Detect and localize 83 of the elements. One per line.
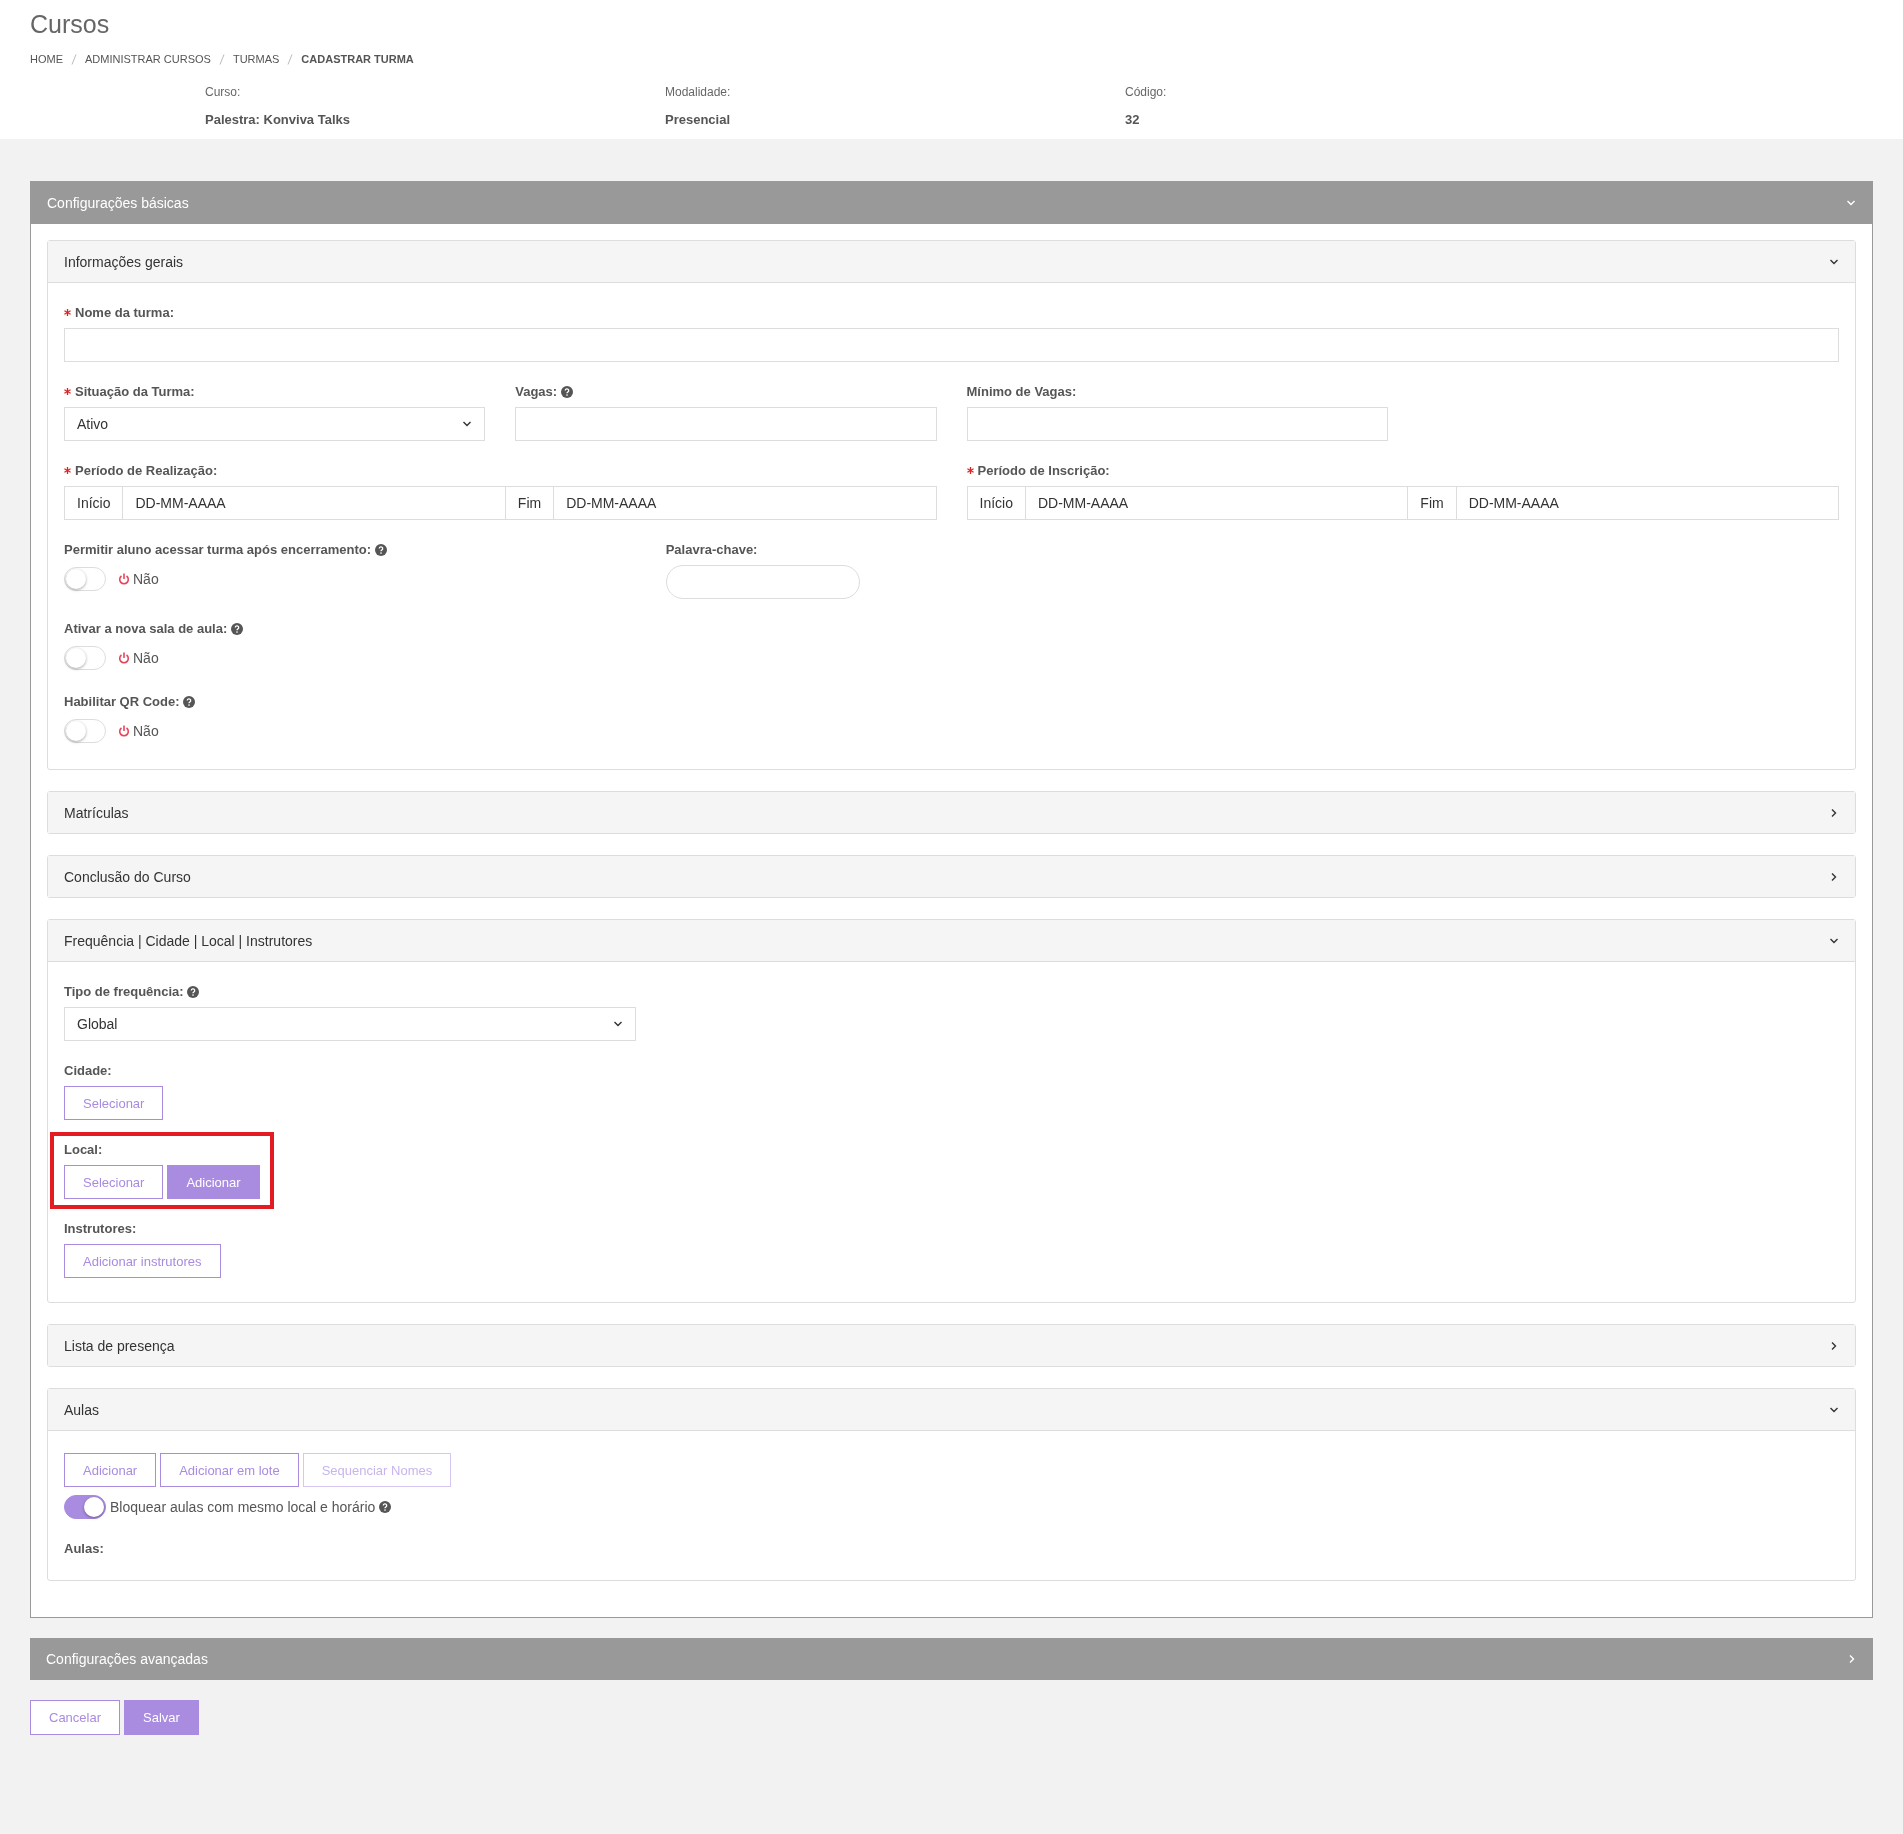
section-title: Configurações básicas [47, 195, 189, 211]
panel-header[interactable]: Lista de presença [48, 1325, 1855, 1366]
field-label: Situação da Turma: [75, 384, 195, 399]
section-title: Configurações avançadas [46, 1651, 208, 1667]
toggle-state: Não [133, 723, 159, 739]
field-label: Período de Realização: [75, 463, 218, 478]
required-asterisk-icon [966, 467, 974, 474]
page-title: Cursos [30, 10, 111, 39]
help-icon [230, 623, 243, 635]
panel-title: Aulas [64, 1401, 100, 1418]
help-icon [374, 544, 387, 556]
help-icon [379, 1501, 392, 1513]
start-date-input[interactable]: DD-MM-AAAA [1025, 486, 1409, 520]
start-date-input[interactable]: DD-MM-AAAA [123, 486, 506, 520]
required-asterisk-icon [64, 467, 71, 474]
breadcrumb-link[interactable]: TURMAS [232, 53, 280, 65]
breadcrumb-separator [71, 53, 77, 65]
toggle-state: Não [133, 571, 159, 587]
required-asterisk-icon [64, 309, 71, 316]
breadcrumb-link[interactable]: ADMINISTRAR CURSOS [85, 53, 211, 65]
field-label: Permitir aluno acessar turma após encerramento: [64, 542, 387, 557]
toggle-switch[interactable] [64, 1495, 106, 1519]
chevron-right-icon [1829, 1340, 1839, 1351]
power-icon [118, 573, 130, 585]
field-label: Aulas: [64, 1541, 105, 1556]
end-date-input[interactable]: DD-MM-AAAA [554, 486, 937, 520]
panel-title: Conclusão do Curso [64, 868, 191, 885]
panel-header[interactable]: Conclusão do Curso [48, 856, 1855, 897]
end-label: Fim [505, 486, 555, 520]
panel-header[interactable]: Aulas [48, 1389, 1855, 1431]
chevron-down-icon [462, 419, 473, 429]
text-input[interactable] [966, 407, 1388, 441]
field-label: Vagas: [515, 384, 573, 399]
end-label: Fim [1408, 486, 1457, 520]
panel-title: Frequência | Cidade | Local | Instrutores [64, 932, 313, 949]
action-button: Sequenciar Nomes [302, 1453, 452, 1487]
keyword-input[interactable] [665, 565, 860, 599]
panel-title: Lista de presença [64, 1337, 175, 1354]
info-value: Palestra: Konviva Talks [205, 112, 351, 127]
field-label: Nome da turma: [75, 305, 174, 320]
breadcrumb-separator [218, 53, 225, 65]
text-input[interactable] [515, 407, 937, 441]
toggle-state: Não [133, 650, 159, 666]
chevron-down-icon [1846, 198, 1856, 208]
help-icon [183, 696, 196, 708]
breadcrumb-link[interactable]: CADASTRAR TURMA [301, 53, 414, 65]
field-label: Cidade: [64, 1063, 112, 1078]
end-date-input[interactable]: DD-MM-AAAA [1456, 486, 1839, 520]
help-icon [560, 386, 573, 398]
chevron-down-icon [612, 1019, 623, 1029]
field-label: Período de Inscrição: [977, 463, 1110, 478]
field-label: Ativar a nova sala de aula: [64, 621, 243, 636]
power-icon [118, 725, 130, 737]
panel-title: Matrículas [64, 804, 129, 821]
breadcrumb-separator [287, 53, 294, 65]
chevron-right-icon [1847, 1654, 1857, 1664]
field-label: Habilitar QR Code: [64, 694, 196, 709]
chevron-right-icon [1829, 871, 1839, 882]
select-dropdown[interactable]: Ativo [64, 407, 486, 441]
panel-header[interactable]: Informações gerais [48, 241, 1855, 283]
text-input[interactable] [64, 328, 1839, 362]
field-label: Tipo de frequência: [64, 984, 200, 999]
info-value: Presencial [665, 112, 732, 127]
info-label: Código: [1125, 85, 1168, 99]
field-label: Instrutores: [64, 1221, 137, 1236]
select-dropdown[interactable]: Global [64, 1007, 636, 1041]
power-icon [118, 652, 130, 664]
breadcrumb-link[interactable]: HOME [30, 53, 63, 65]
start-label: Início [966, 486, 1026, 520]
help-icon [187, 986, 200, 998]
start-label: Início [64, 486, 124, 520]
toggle-label: Bloquear aulas com mesmo local e horário [110, 1499, 376, 1515]
field-label: Palavra-chave: [665, 542, 758, 557]
info-label: Curso: [205, 85, 242, 99]
panel-header[interactable]: Matrículas [48, 792, 1855, 833]
field-label: Mínimo de Vagas: [966, 384, 1077, 399]
info-value: 32 [1125, 112, 1141, 127]
info-label: Modalidade: [665, 85, 732, 99]
panel-header[interactable]: Frequência | Cidade | Local | Instrutores [48, 920, 1855, 962]
field-label: Local: [64, 1142, 103, 1157]
chevron-right-icon [1829, 807, 1839, 818]
panel-title: Informações gerais [64, 253, 184, 270]
required-asterisk-icon [64, 388, 71, 395]
